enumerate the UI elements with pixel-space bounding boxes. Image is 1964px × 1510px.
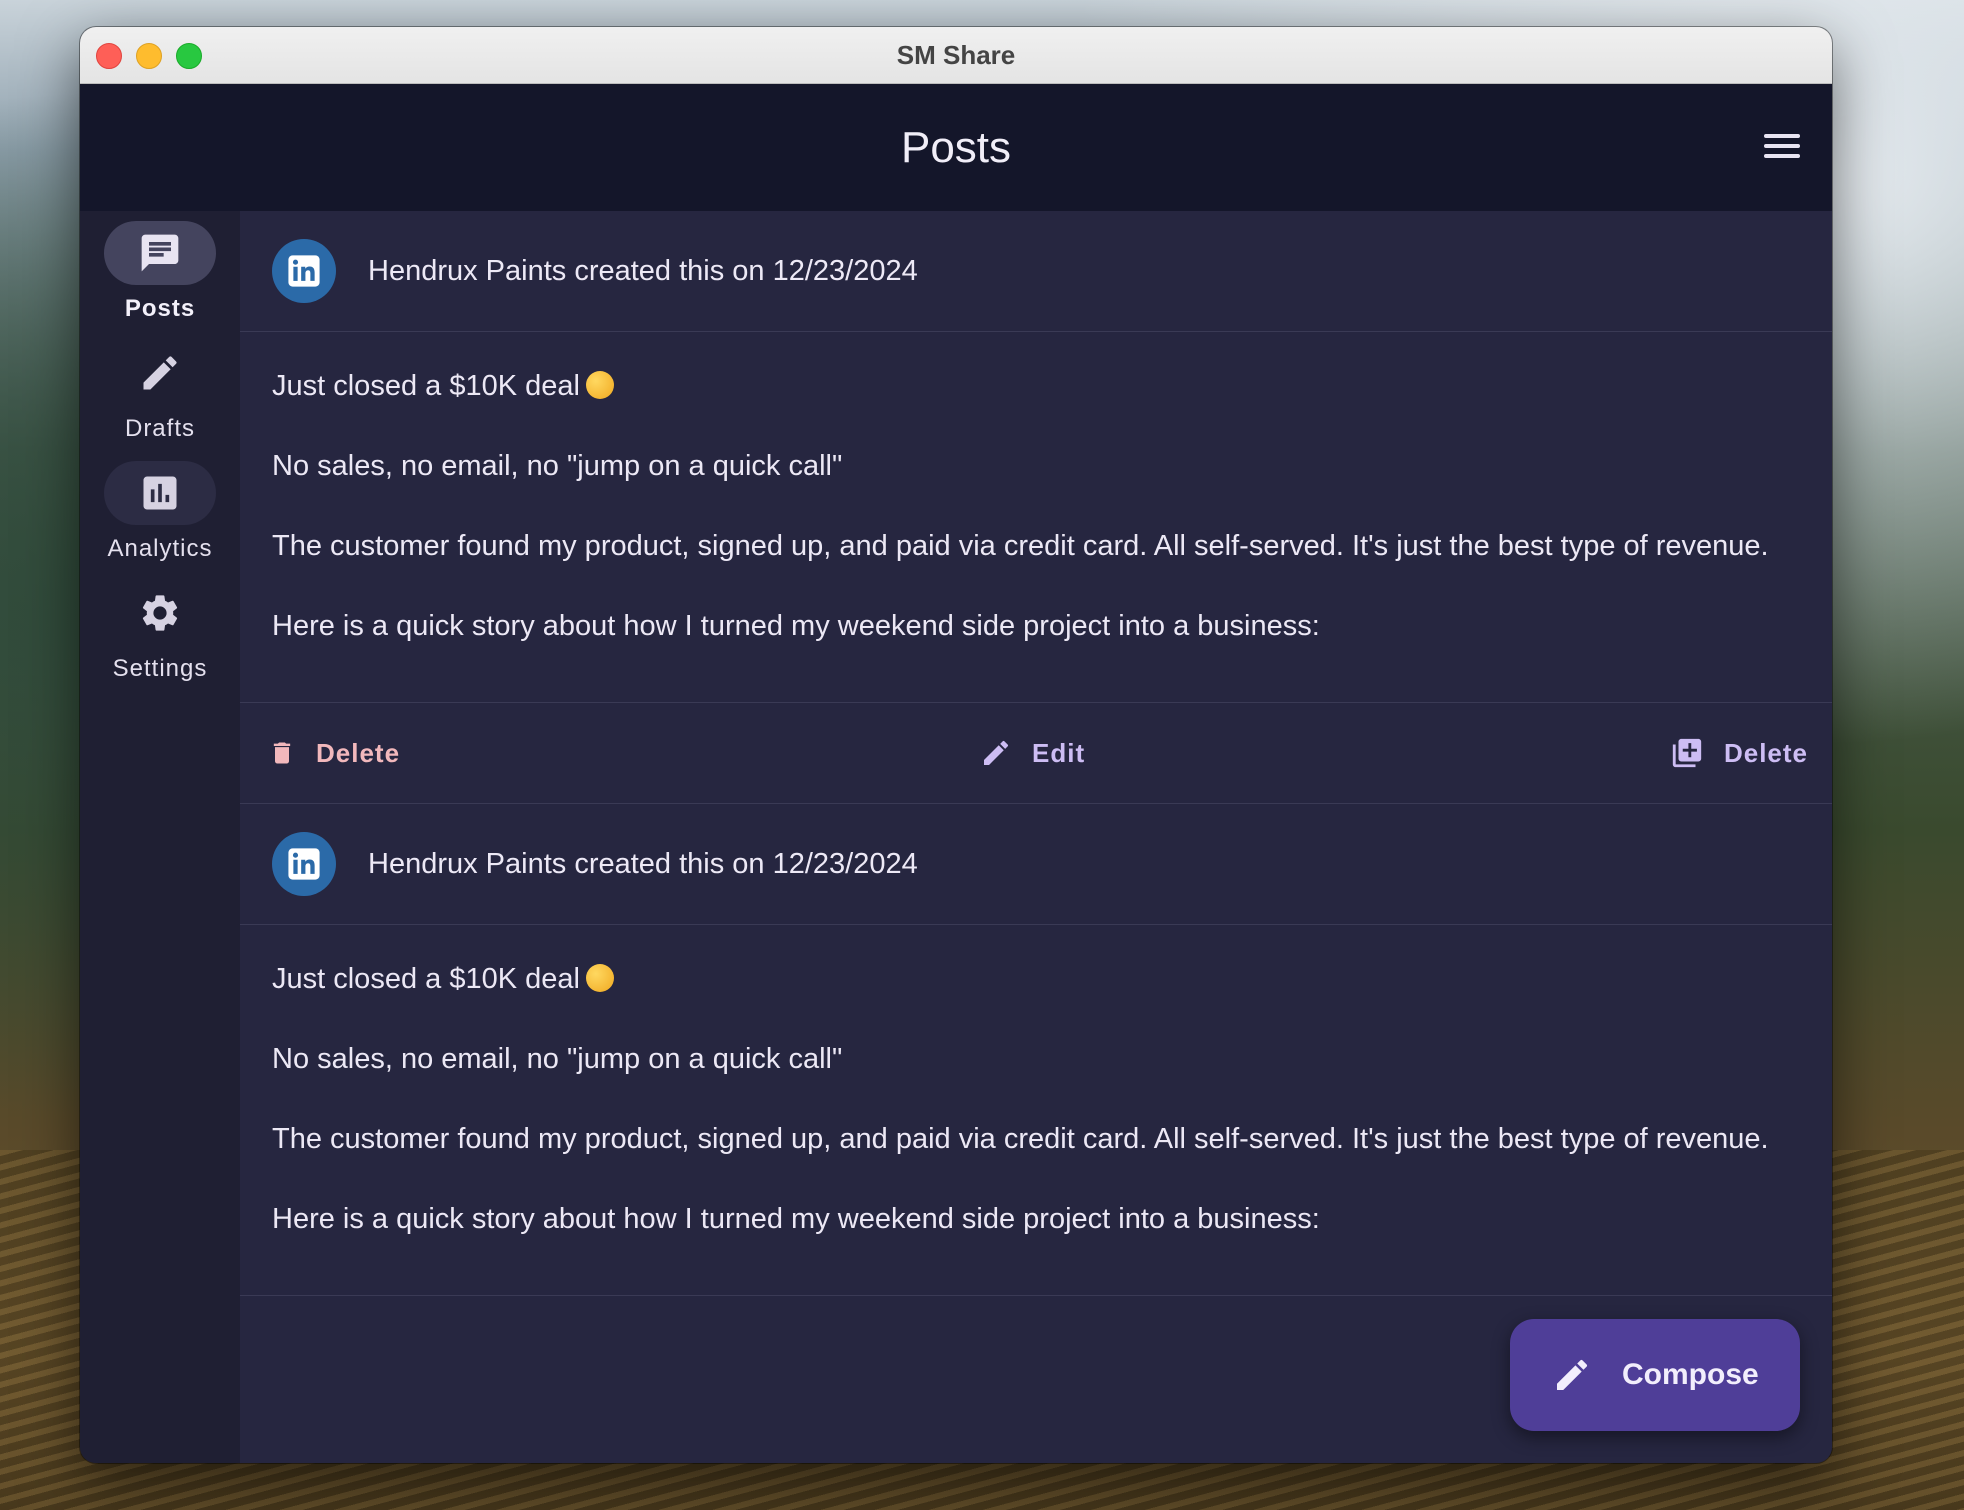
post-actions: Delete Edit Delete: [240, 702, 1832, 803]
nav-item-settings[interactable]: Settings: [80, 571, 240, 682]
pencil-icon: [143, 356, 177, 390]
trash-icon: [273, 742, 291, 764]
edit-button[interactable]: Edit: [980, 703, 1085, 803]
nav-label-settings: Settings: [112, 655, 208, 682]
post-paragraph: The customer found my product, signed up…: [272, 530, 1769, 562]
pencil-icon: [1557, 1359, 1588, 1390]
linkedin-icon: [272, 832, 336, 896]
compose-button[interactable]: Compose: [1510, 1319, 1800, 1431]
delete-button-label: Delete: [316, 737, 401, 768]
post-card: Hendrux Paints created this on 12/23/202…: [240, 211, 1832, 804]
chat-bubble-icon: [141, 234, 179, 272]
nav-label-analytics: Analytics: [107, 535, 213, 562]
app-bar: Posts: [80, 84, 1832, 212]
nav-item-analytics[interactable]: Analytics: [80, 451, 240, 562]
compose-button-label: Compose: [1622, 1358, 1759, 1391]
window-titlebar[interactable]: SM Share: [80, 27, 1832, 84]
posts-feed[interactable]: Hendrux Paints created this on 12/23/202…: [240, 211, 1832, 1463]
navigation-rail: Posts Drafts Analytics Settings: [80, 211, 240, 1463]
post-paragraph: Just closed a $10K deal: [272, 366, 1800, 406]
post-card: Hendrux Paints created this on 12/23/202…: [240, 804, 1832, 1296]
bar-chart-icon: [143, 476, 177, 510]
app-window: SM Share Posts Posts Drafts Analytics Se…: [80, 27, 1832, 1463]
post-paragraph-text: Just closed a $10K deal: [272, 370, 580, 402]
post-paragraph: No sales, no email, no "jump on a quick …: [272, 1043, 843, 1075]
delete-button[interactable]: Delete: [268, 703, 400, 803]
window-title: SM Share: [896, 40, 1016, 70]
smiling-face-emoji-icon: [585, 964, 614, 992]
post-header: Hendrux Paints created this on 12/23/202…: [240, 211, 1832, 332]
nav-label-posts: Posts: [124, 295, 196, 322]
pencil-icon: [984, 740, 1009, 765]
linkedin-icon: [272, 239, 336, 303]
post-paragraph: Here is a quick story about how I turned…: [272, 1203, 1320, 1235]
page-title: Posts: [900, 123, 1012, 172]
nav-label-drafts: Drafts: [124, 415, 195, 442]
duplicate-button-label: Delete: [1723, 737, 1808, 768]
edit-button-label: Edit: [1032, 737, 1086, 768]
hamburger-menu-icon[interactable]: [1762, 128, 1802, 168]
duplicate-button[interactable]: Delete: [1670, 703, 1808, 803]
library-add-icon: [1672, 738, 1702, 768]
post-author-line: Hendrux Paints created this on 12/23/202…: [368, 848, 918, 880]
post-header: Hendrux Paints created this on 12/23/202…: [240, 804, 1832, 925]
post-paragraph: The customer found my product, signed up…: [272, 1123, 1769, 1155]
post-author-line: Hendrux Paints created this on 12/23/202…: [368, 255, 918, 287]
post-paragraph: Just closed a $10K deal: [272, 959, 1800, 999]
post-content: Just closed a $10K deal No sales, no ema…: [240, 925, 1832, 1295]
nav-item-drafts[interactable]: Drafts: [80, 331, 240, 442]
post-paragraph: No sales, no email, no "jump on a quick …: [272, 450, 843, 482]
smiling-face-emoji-icon: [585, 371, 614, 399]
post-paragraph: Here is a quick story about how I turned…: [272, 610, 1320, 642]
post-paragraph-text: Just closed a $10K deal: [272, 963, 580, 995]
nav-item-posts[interactable]: Posts: [80, 211, 240, 322]
gear-icon: [142, 595, 178, 631]
post-content: Just closed a $10K deal No sales, no ema…: [240, 332, 1832, 702]
